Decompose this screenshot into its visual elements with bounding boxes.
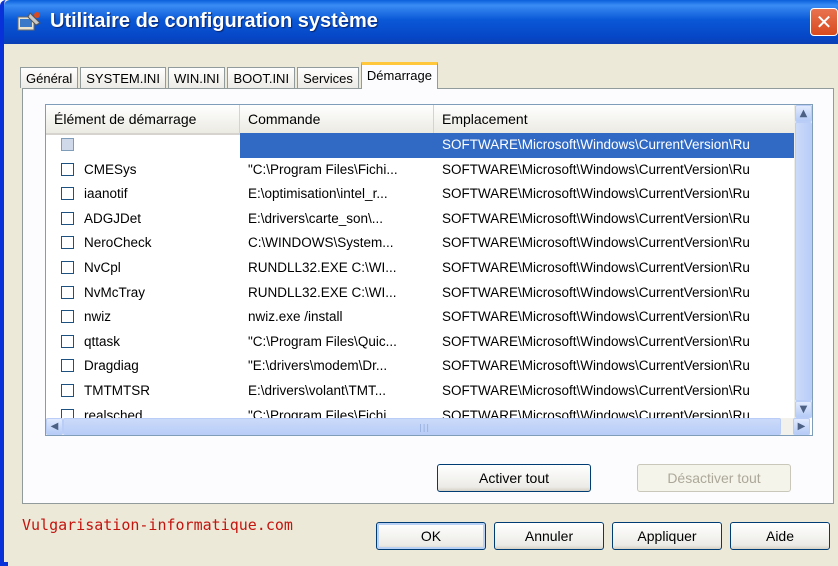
msconfig-window: Utilitaire de configuration système ✕ Gé…: [0, 0, 838, 566]
item-location: SOFTWARE\Microsoft\Windows\CurrentVersio…: [442, 186, 750, 202]
item-name: CMESys: [84, 161, 137, 177]
disable-all-button[interactable]: Désactiver tout: [637, 464, 791, 492]
startup-checkbox[interactable]: [61, 236, 74, 250]
item-name: qttask: [84, 333, 121, 349]
list-item[interactable]: NvCpl RUNDLL32.EXE C:\WI... SOFTWARE\Mic…: [46, 256, 795, 281]
scroll-right-icon[interactable]: ▶: [793, 418, 810, 435]
tab-system-ini[interactable]: SYSTEM.INI: [80, 67, 166, 88]
window-title: Utilitaire de configuration système: [50, 10, 378, 32]
tab-demarrage[interactable]: Démarrage: [360, 62, 438, 89]
startup-checkbox[interactable]: [61, 162, 74, 176]
item-location: SOFTWARE\Microsoft\Windows\CurrentVersio…: [442, 309, 750, 325]
column-header-commande[interactable]: Commande: [240, 105, 434, 133]
item-name: Dragdiag: [84, 358, 139, 374]
apply-button[interactable]: Appliquer: [612, 522, 722, 550]
item-name: ADGJDet: [84, 210, 142, 226]
tab-win-ini[interactable]: WIN.INI: [167, 67, 226, 88]
title-bar[interactable]: Utilitaire de configuration système ✕: [4, 0, 838, 44]
list-item[interactable]: ADGJDet E:\drivers\carte_son\... SOFTWAR…: [46, 207, 795, 232]
item-location: SOFTWARE\Microsoft\Windows\CurrentVersio…: [442, 210, 750, 226]
startup-checkbox[interactable]: [61, 334, 74, 348]
item-location: SOFTWARE\Microsoft\Windows\CurrentVersio…: [442, 235, 750, 251]
list-item[interactable]: NvMcTray RUNDLL32.EXE C:\WI... SOFTWARE\…: [46, 281, 795, 306]
list-item[interactable]: TMTMTSR E:\drivers\volant\TMT... SOFTWAR…: [46, 379, 795, 404]
startup-checkbox[interactable]: [61, 187, 74, 201]
item-location: SOFTWARE\Microsoft\Windows\CurrentVersio…: [442, 259, 750, 275]
list-item[interactable]: iaanotif E:\optimisation\intel_r... SOFT…: [46, 182, 795, 207]
horizontal-scrollbar[interactable]: ◀ ||| ▶: [46, 418, 810, 435]
enable-all-button[interactable]: Activer tout: [437, 464, 591, 492]
help-button[interactable]: Aide: [730, 522, 830, 550]
item-command: nwiz.exe /install: [248, 309, 343, 325]
scroll-left-icon[interactable]: ◀: [46, 418, 63, 435]
list-rows: SOFTWARE\Microsoft\Windows\CurrentVersio…: [46, 133, 795, 428]
ok-button[interactable]: OK: [376, 522, 486, 550]
startup-checkbox[interactable]: [61, 138, 74, 151]
close-button[interactable]: ✕: [810, 8, 838, 36]
list-item[interactable]: SOFTWARE\Microsoft\Windows\CurrentVersio…: [46, 133, 795, 158]
item-command: RUNDLL32.EXE C:\WI...: [248, 284, 397, 300]
startup-checkbox[interactable]: [61, 383, 74, 397]
tab-general[interactable]: Général: [20, 67, 79, 88]
scroll-up-icon[interactable]: ▲: [795, 105, 812, 122]
item-location: SOFTWARE\Microsoft\Windows\CurrentVersio…: [442, 137, 750, 152]
grip-icon: |||: [419, 423, 431, 432]
msconfig-app-icon: [17, 12, 41, 31]
item-name: iaanotif: [84, 186, 128, 202]
item-name: nwiz: [84, 309, 112, 325]
item-location: SOFTWARE\Microsoft\Windows\CurrentVersio…: [442, 358, 750, 374]
item-location: SOFTWARE\Microsoft\Windows\CurrentVersio…: [442, 284, 750, 300]
cancel-button[interactable]: Annuler: [494, 522, 604, 550]
item-command: "C:\Program Files\Fichi...: [248, 161, 398, 177]
startup-checkbox[interactable]: [61, 285, 74, 299]
item-name: [84, 133, 236, 158]
list-item[interactable]: CMESys "C:\Program Files\Fichi... SOFTWA…: [46, 158, 795, 183]
list-header: Élément de démarrage Commande Emplacemen…: [46, 105, 795, 135]
scroll-down-icon[interactable]: ▼: [795, 401, 812, 418]
item-name: TMTMTSR: [84, 382, 150, 398]
list-item[interactable]: Dragdiag "E:\drivers\modem\Dr... SOFTWAR…: [46, 354, 795, 379]
item-name: NvCpl: [84, 259, 121, 275]
tab-strip: Général SYSTEM.INI WIN.INI BOOT.INI Serv…: [20, 62, 440, 89]
tab-boot-ini[interactable]: BOOT.INI: [227, 67, 296, 88]
item-location: SOFTWARE\Microsoft\Windows\CurrentVersio…: [442, 333, 750, 349]
column-header-element[interactable]: Élément de démarrage: [46, 105, 240, 133]
column-header-emplacement[interactable]: Emplacement: [434, 105, 795, 133]
item-location: SOFTWARE\Microsoft\Windows\CurrentVersio…: [442, 161, 750, 177]
item-command: E:\drivers\volant\TMT...: [248, 382, 387, 398]
horizontal-scroll-thumb[interactable]: |||: [63, 418, 781, 435]
item-command: "C:\Program Files\Quic...: [248, 333, 397, 349]
startup-checkbox[interactable]: [61, 211, 74, 225]
item-command: [248, 133, 430, 158]
list-item[interactable]: NeroCheck C:\WINDOWS\System... SOFTWARE\…: [46, 231, 795, 256]
startup-checkbox[interactable]: [61, 359, 74, 373]
item-command: E:\optimisation\intel_r...: [248, 186, 388, 202]
list-item[interactable]: qttask "C:\Program Files\Quic... SOFTWAR…: [46, 330, 795, 355]
startup-checkbox[interactable]: [61, 260, 74, 274]
vertical-scroll-thumb[interactable]: [795, 122, 812, 401]
startup-tab-panel: Élément de démarrage Commande Emplacemen…: [22, 88, 834, 504]
item-name: NvMcTray: [84, 284, 145, 300]
tab-services[interactable]: Services: [297, 67, 359, 88]
item-command: E:\drivers\carte_son\...: [248, 210, 384, 226]
item-command: "E:\drivers\modem\Dr...: [248, 358, 388, 374]
watermark-text: Vulgarisation-informatique.com: [22, 516, 293, 534]
list-item[interactable]: nwiz nwiz.exe /install SOFTWARE\Microsof…: [46, 305, 795, 330]
dialog-body: Général SYSTEM.INI WIN.INI BOOT.INI Serv…: [8, 44, 838, 566]
item-command: C:\WINDOWS\System...: [248, 235, 394, 251]
item-location: SOFTWARE\Microsoft\Windows\CurrentVersio…: [442, 382, 750, 398]
item-command: RUNDLL32.EXE C:\WI...: [248, 259, 397, 275]
item-name: NeroCheck: [84, 235, 152, 251]
vertical-scrollbar[interactable]: ▲ ▼: [794, 105, 812, 418]
startup-checkbox[interactable]: [61, 310, 74, 324]
startup-items-list[interactable]: Élément de démarrage Commande Emplacemen…: [45, 104, 813, 436]
